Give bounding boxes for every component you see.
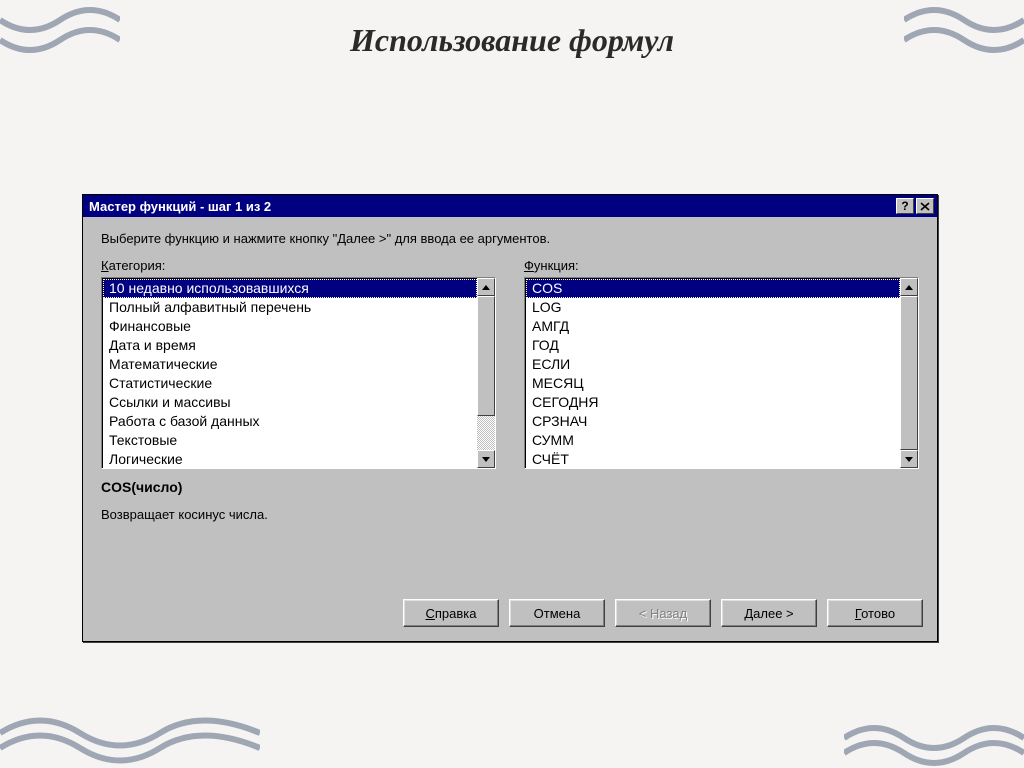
page-title: Использование формул: [0, 22, 1024, 59]
cancel-button[interactable]: Отмена: [509, 599, 605, 627]
titlebar[interactable]: Мастер функций - шаг 1 из 2 ?: [83, 195, 937, 217]
function-item[interactable]: СРЗНАЧ: [526, 412, 900, 431]
help-titlebar-button[interactable]: ?: [896, 198, 914, 214]
function-item[interactable]: СУММ: [526, 431, 900, 450]
decoration-bottom-right: [844, 708, 1024, 768]
arrow-up-icon: [905, 285, 913, 290]
scroll-up-button[interactable]: [477, 278, 495, 296]
category-item[interactable]: Логические: [103, 450, 477, 468]
category-item[interactable]: Математические: [103, 355, 477, 374]
next-button-label: Далее >: [744, 606, 793, 621]
function-description: Возвращает косинус числа.: [101, 507, 919, 522]
instruction-text: Выберите функцию и нажмите кнопку "Далее…: [101, 231, 919, 246]
scroll-thumb[interactable]: [900, 296, 918, 450]
category-scrollbar[interactable]: [477, 278, 495, 468]
dialog-title: Мастер функций - шаг 1 из 2: [89, 199, 894, 214]
back-button: < Назад: [615, 599, 711, 627]
scroll-down-button[interactable]: [900, 450, 918, 468]
close-icon: [920, 202, 930, 211]
function-syntax: COS(число): [101, 479, 919, 495]
scroll-up-button[interactable]: [900, 278, 918, 296]
finish-button-label: Готово: [855, 606, 895, 621]
function-item[interactable]: СЧЁТ: [526, 450, 900, 468]
finish-button[interactable]: Готово: [827, 599, 923, 627]
category-item[interactable]: Текстовые: [103, 431, 477, 450]
help-button[interactable]: Справка: [403, 599, 499, 627]
arrow-down-icon: [482, 457, 490, 462]
scroll-track[interactable]: [477, 296, 495, 450]
function-listbox[interactable]: COSLOGАМГДГОДЕСЛИМЕСЯЦСЕГОДНЯСРЗНАЧСУММС…: [524, 277, 919, 469]
function-item[interactable]: МЕСЯЦ: [526, 374, 900, 393]
function-item[interactable]: ГОД: [526, 336, 900, 355]
category-item[interactable]: Полный алфавитный перечень: [103, 298, 477, 317]
function-item[interactable]: LOG: [526, 298, 900, 317]
next-button[interactable]: Далее >: [721, 599, 817, 627]
function-scrollbar[interactable]: [900, 278, 918, 468]
function-item[interactable]: ЕСЛИ: [526, 355, 900, 374]
arrow-up-icon: [482, 285, 490, 290]
scroll-track[interactable]: [900, 296, 918, 450]
category-item[interactable]: Дата и время: [103, 336, 477, 355]
function-item[interactable]: АМГД: [526, 317, 900, 336]
function-wizard-dialog: Мастер функций - шаг 1 из 2 ? Выберите ф…: [82, 194, 938, 642]
help-button-label: Справка: [426, 606, 477, 621]
arrow-down-icon: [905, 457, 913, 462]
category-label: Категория:: [101, 258, 165, 273]
category-item[interactable]: Статистические: [103, 374, 477, 393]
scroll-down-button[interactable]: [477, 450, 495, 468]
function-item[interactable]: COS: [526, 279, 900, 298]
decoration-bottom-left: [0, 698, 260, 768]
category-item[interactable]: Ссылки и массивы: [103, 393, 477, 412]
scroll-thumb[interactable]: [477, 296, 495, 416]
close-titlebar-button[interactable]: [916, 198, 934, 214]
category-item[interactable]: Работа с базой данных: [103, 412, 477, 431]
category-item[interactable]: 10 недавно использовавшихся: [103, 279, 477, 298]
function-item[interactable]: СЕГОДНЯ: [526, 393, 900, 412]
function-label: Функция:: [524, 258, 579, 273]
category-item[interactable]: Финансовые: [103, 317, 477, 336]
dialog-button-row: Справка Отмена < Назад Далее > Готово: [403, 599, 923, 627]
category-listbox[interactable]: 10 недавно использовавшихсяПолный алфави…: [101, 277, 496, 469]
